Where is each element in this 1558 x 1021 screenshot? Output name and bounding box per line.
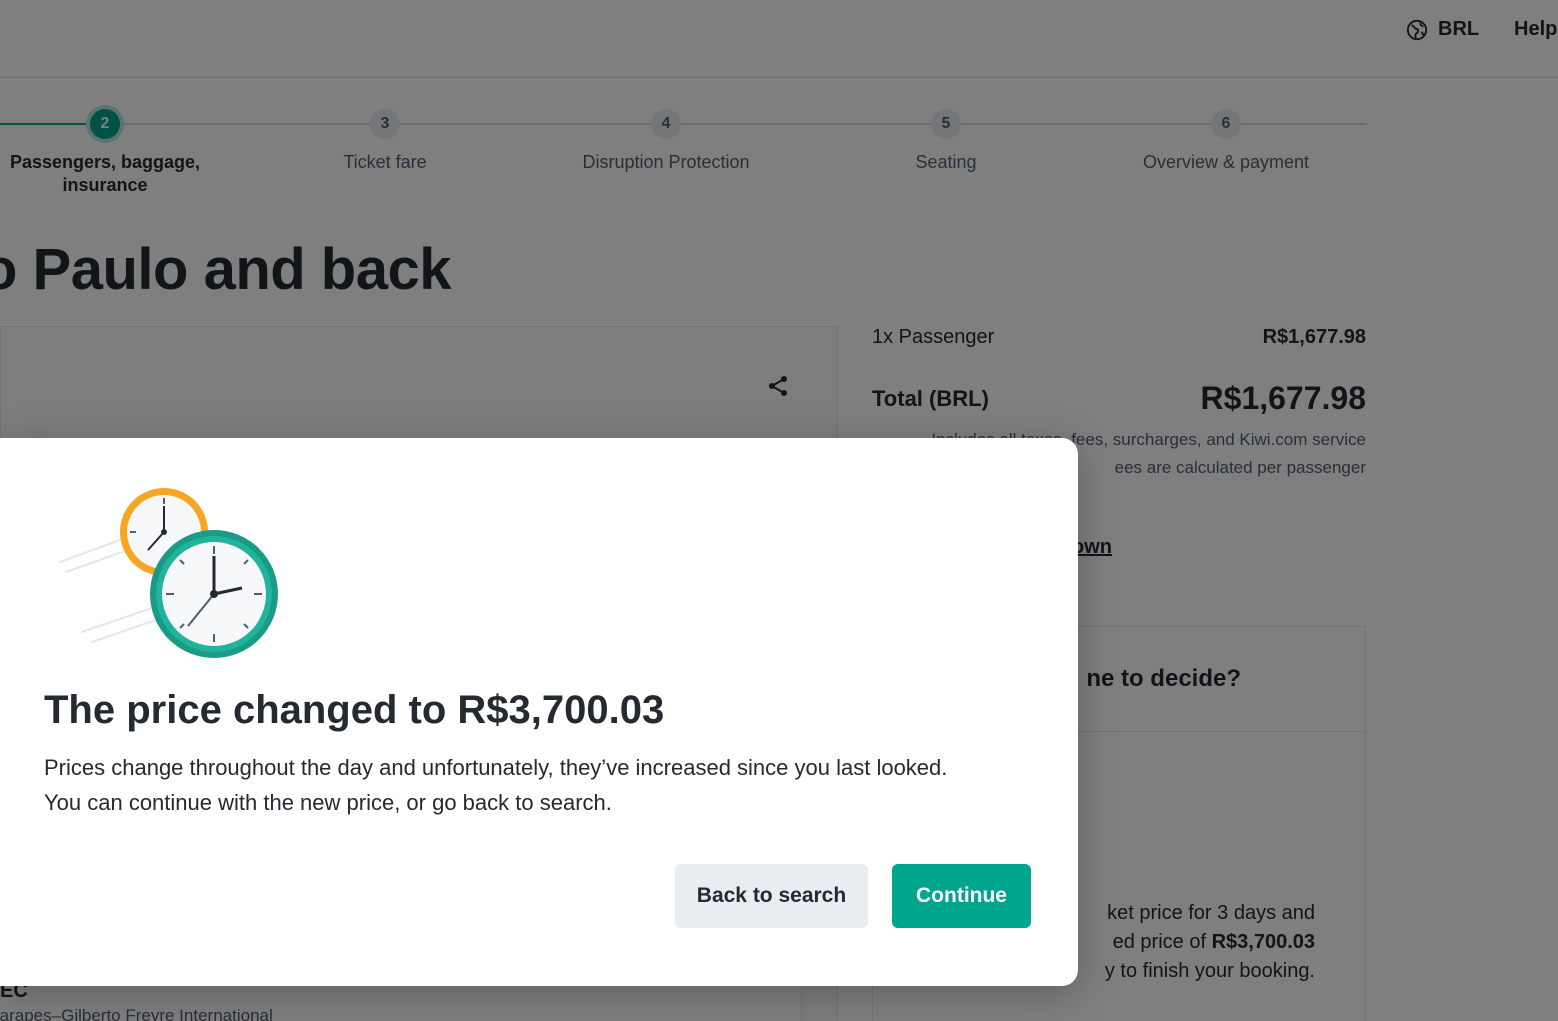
dialog-description-line: You can continue with the new price, or … xyxy=(44,790,612,815)
continue-button[interactable]: Continue xyxy=(892,864,1031,928)
dialog-description: Prices change throughout the day and unf… xyxy=(44,750,1044,820)
back-to-search-button[interactable]: Back to search xyxy=(675,864,868,928)
dialog-title: The price changed to R$3,700.03 xyxy=(44,688,665,732)
dialog-description-line: Prices change throughout the day and unf… xyxy=(44,755,948,780)
clock-illustration-icon xyxy=(59,488,278,658)
price-changed-dialog: The price changed to R$3,700.03 Prices c… xyxy=(0,438,1078,986)
